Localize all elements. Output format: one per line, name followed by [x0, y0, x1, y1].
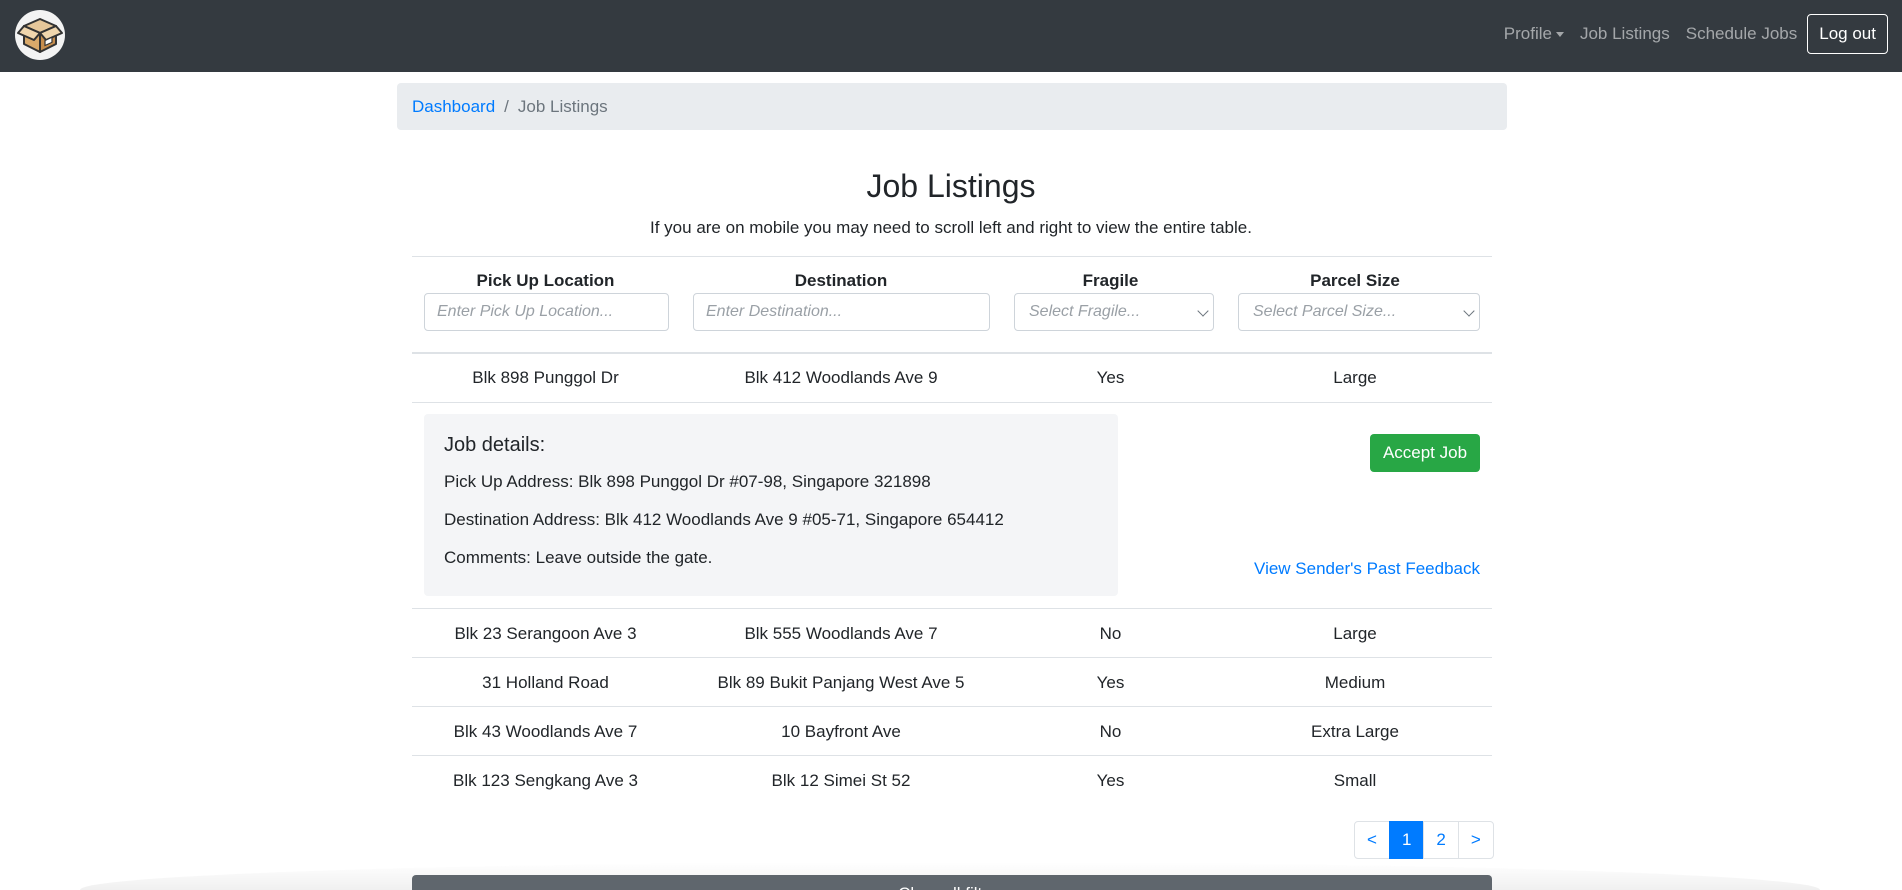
cell-fragile: No: [1099, 722, 1122, 741]
table-row[interactable]: Blk 898 Punggol Dr Blk 412 Woodlands Ave…: [412, 353, 1492, 402]
pickup-filter-input[interactable]: Enter Pick Up Location...: [424, 293, 669, 331]
chevron-down-icon: [1197, 305, 1209, 317]
job-details-title: Job details:: [444, 434, 546, 456]
breadcrumb-current: Job Listings: [517, 96, 608, 116]
table-divider: [412, 402, 1492, 403]
fragile-filter-select[interactable]: Select Fragile...: [1014, 293, 1214, 331]
cell-destination: Blk 12 Simei St 52: [771, 771, 911, 790]
size-filter-select[interactable]: Select Parcel Size...: [1238, 293, 1480, 331]
table-row[interactable]: Blk 23 Serangoon Ave 3 Blk 555 Woodlands…: [412, 609, 1492, 658]
cell-parcel-size: Small: [1333, 771, 1377, 790]
job-details-pickup-address: Pick Up Address: Blk 898 Punggol Dr #07-…: [444, 472, 931, 491]
cell-pickup: Blk 23 Serangoon Ave 3: [454, 624, 637, 643]
nav-profile-dropdown[interactable]: Profile: [1496, 24, 1572, 44]
cell-fragile: Yes: [1096, 368, 1125, 387]
package-box-icon[interactable]: [14, 9, 66, 61]
cell-destination: Blk 89 Bukit Panjang West Ave 5: [717, 673, 965, 692]
cell-parcel-size: Large: [1333, 368, 1377, 387]
accept-job-button[interactable]: Accept Job: [1370, 434, 1480, 472]
page-subtitle: If you are on mobile you may need to scr…: [650, 218, 1252, 237]
top-navbar: Profile Job Listings Schedule Jobs Log o…: [0, 0, 1902, 72]
page-title: Job Listings: [866, 168, 1036, 204]
job-details-panel: Job details: Pick Up Address: Blk 898 Pu…: [424, 414, 1118, 596]
pagination-page-2[interactable]: 2: [1423, 821, 1459, 859]
nav-schedule-jobs-link[interactable]: Schedule Jobs: [1678, 24, 1806, 44]
column-header-destination: Destination: [794, 271, 888, 290]
table-row[interactable]: 31 Holland Road Blk 89 Bukit Panjang Wes…: [412, 658, 1492, 707]
cell-destination: Blk 412 Woodlands Ave 9: [744, 368, 938, 387]
cell-parcel-size: Extra Large: [1311, 722, 1399, 741]
destination-filter-input[interactable]: Enter Destination...: [693, 293, 990, 331]
table-row[interactable]: Blk 123 Sengkang Ave 3 Blk 12 Simei St 5…: [412, 756, 1492, 805]
column-header-pickup: Pick Up Location: [476, 271, 615, 290]
pagination-next-button[interactable]: >: [1457, 821, 1494, 859]
breadcrumb-dashboard-link[interactable]: Dashboard: [412, 97, 495, 117]
breadcrumb: Dashboard / Job Listings: [397, 83, 1507, 130]
column-header-parcel-size: Parcel Size: [1310, 271, 1400, 290]
fragile-filter-placeholder: Select Fragile...: [1029, 303, 1141, 320]
cell-parcel-size: Medium: [1324, 673, 1386, 692]
cell-fragile: Yes: [1096, 771, 1125, 790]
table-row[interactable]: Blk 43 Woodlands Ave 7 10 Bayfront Ave N…: [412, 707, 1492, 756]
cell-fragile: No: [1099, 624, 1122, 643]
table-divider: [412, 256, 1492, 257]
nav-job-listings-link[interactable]: Job Listings: [1572, 24, 1678, 44]
view-sender-feedback-link[interactable]: View Sender's Past Feedback: [1254, 559, 1480, 579]
breadcrumb-separator: /: [504, 96, 509, 116]
cell-destination: 10 Bayfront Ave: [781, 722, 901, 741]
cell-pickup: Blk 123 Sengkang Ave 3: [453, 771, 638, 790]
chevron-down-icon: [1463, 305, 1475, 317]
cell-pickup: 31 Holland Road: [482, 673, 609, 692]
caret-down-icon: [1555, 32, 1564, 38]
cell-parcel-size: Large: [1333, 624, 1377, 643]
logout-button[interactable]: Log out: [1807, 14, 1888, 54]
size-filter-placeholder: Select Parcel Size...: [1253, 303, 1397, 320]
pagination-page-1[interactable]: 1: [1388, 821, 1425, 859]
pagination-prev-button[interactable]: <: [1354, 821, 1390, 859]
job-details-comments: Comments: Leave outside the gate.: [444, 548, 713, 567]
cell-destination: Blk 555 Woodlands Ave 7: [744, 624, 938, 643]
nav-profile-label: Profile: [1503, 24, 1552, 43]
job-details-destination-address: Destination Address: Blk 412 Woodlands A…: [444, 510, 1004, 529]
clear-filters-button[interactable]: Clear all filters: [412, 875, 1492, 890]
cell-pickup: Blk 43 Woodlands Ave 7: [453, 722, 638, 741]
cell-pickup: Blk 898 Punggol Dr: [472, 368, 619, 387]
pagination: < 1 2 >: [1354, 821, 1494, 859]
cell-fragile: Yes: [1096, 673, 1125, 692]
column-header-fragile: Fragile: [1082, 271, 1139, 290]
